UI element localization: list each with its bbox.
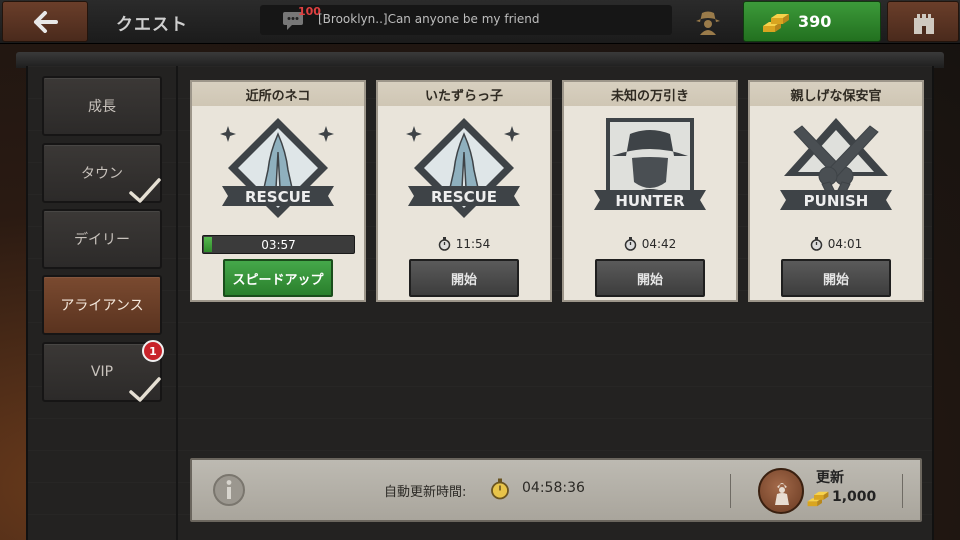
castle-button[interactable] (887, 1, 959, 42)
emblem-text: RESCUE (431, 188, 497, 206)
refresh-cost: 1,000 (832, 489, 877, 505)
quest-timer: 04:01 (827, 237, 863, 251)
quest-title: 未知の万引き (564, 82, 736, 106)
refresh-bar: 自動更新時間: 04:58:36 更新 1,000 (190, 458, 922, 522)
quest-category-nav: 成長 タウン デイリー アライアンス VIP 1 (28, 66, 178, 540)
divider (902, 474, 903, 508)
stopwatch-icon (438, 237, 450, 251)
emblem-text: PUNISH (804, 192, 869, 210)
chat-message: [Brooklyn..]Can anyone be my friend (318, 12, 540, 26)
quest-title: 近所のネコ (192, 82, 364, 106)
auto-refresh-label: 自動更新時間: (384, 485, 467, 500)
cowboy-icon[interactable] (694, 9, 722, 35)
refresh-label: 更新 (816, 470, 844, 486)
arrow-left-icon (34, 11, 58, 33)
info-icon[interactable] (212, 473, 246, 507)
tab-daily[interactable]: デイリー (42, 209, 162, 269)
quest-timer-row: 11:54 (378, 235, 550, 253)
quest-card: 近所のネコ RESCUE 03:57 スピードアップ (190, 80, 366, 302)
gold-bars-icon (763, 14, 789, 32)
start-button[interactable]: 開始 (595, 259, 705, 297)
castle-icon (914, 14, 934, 34)
tab-town[interactable]: タウン (42, 143, 162, 203)
auto-refresh-time: 04:58:36 (522, 480, 585, 496)
refresh-figure-icon (775, 483, 789, 505)
back-button[interactable] (2, 1, 88, 42)
quest-card: 親しげな保安官 PUNISH 04:01 開始 (748, 80, 924, 302)
speed-up-button[interactable]: スピードアップ (223, 259, 333, 297)
quest-progress-bar: 03:57 (202, 235, 355, 254)
cowboy-portrait-icon: HUNTER (594, 118, 706, 210)
quest-title: いたずらっ子 (378, 82, 550, 106)
stopwatch-icon (810, 237, 822, 251)
crossed-revolvers-icon: PUNISH (780, 118, 892, 210)
checkmark-icon (129, 377, 161, 402)
quest-timer: 11:54 (455, 237, 491, 251)
gold-amount: 390 (798, 12, 832, 31)
praying-hands-icon: RESCUE (406, 118, 520, 218)
gold-bars-icon (807, 491, 829, 507)
quest-card: いたずらっ子 RESCUE 11:54 開始 (376, 80, 552, 302)
quest-panel: 成長 タウン デイリー アライアンス VIP 1 近所のネコ RESCUE 03… (26, 66, 934, 540)
tab-growth[interactable]: 成長 (42, 76, 162, 136)
tab-alliance[interactable]: アライアンス (42, 275, 162, 335)
gold-balance-button[interactable]: 390 (743, 1, 881, 42)
page-title: クエスト (116, 15, 188, 35)
emblem-text: HUNTER (615, 192, 685, 210)
start-button[interactable]: 開始 (409, 259, 519, 297)
tab-label: デイリー (74, 232, 130, 248)
chat-box[interactable]: 100 [Brooklyn..]Can anyone be my friend (260, 5, 672, 35)
praying-hands-icon: RESCUE (220, 118, 334, 218)
top-bar: クエスト 100 [Brooklyn..]Can anyone be my fr… (0, 0, 960, 44)
start-button[interactable]: 開始 (781, 259, 891, 297)
divider (730, 474, 731, 508)
checkmark-icon (129, 178, 161, 203)
quest-timer-row: 04:42 (564, 235, 736, 253)
quest-timer-row: 04:01 (750, 235, 922, 253)
tab-label: 成長 (88, 99, 116, 115)
quest-card: 未知の万引き HUNTER 04:42 開始 (562, 80, 738, 302)
stopwatch-icon (491, 478, 509, 500)
emblem-text: RESCUE (245, 188, 311, 206)
quest-timer: 04:42 (641, 237, 677, 251)
tab-vip[interactable]: VIP 1 (42, 340, 164, 402)
refresh-button[interactable] (758, 468, 804, 514)
notification-badge: 1 (142, 340, 164, 362)
stopwatch-icon (624, 237, 636, 251)
tab-label: アライアンス (60, 298, 144, 314)
quest-timer: 03:57 (261, 237, 296, 252)
quest-title: 親しげな保安官 (750, 82, 922, 106)
